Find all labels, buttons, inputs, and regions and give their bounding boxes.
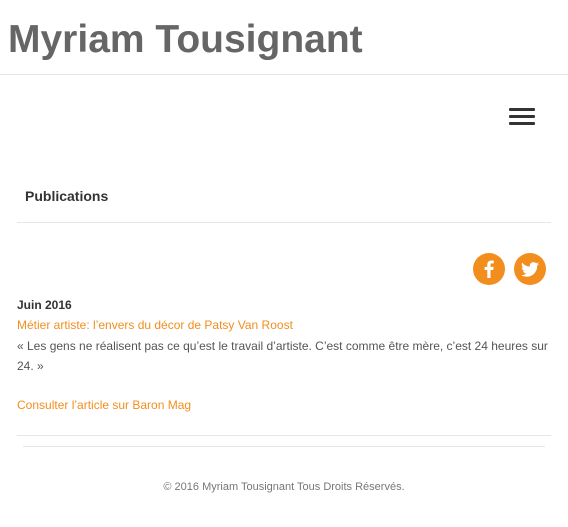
divider	[17, 435, 551, 436]
facebook-share-button[interactable]	[473, 253, 505, 285]
menu-bar	[509, 115, 535, 118]
page-title: Publications	[25, 188, 109, 204]
site-header: Myriam Tousignant	[0, 0, 568, 75]
article-title-link[interactable]: Métier artiste: l’envers du décor de Pat…	[17, 316, 293, 334]
hamburger-menu-icon[interactable]	[509, 108, 535, 128]
site-title-link[interactable]: Myriam Tousignant	[8, 16, 363, 64]
read-article-link[interactable]: Consulter l’article sur Baron Mag	[17, 396, 191, 414]
twitter-share-button[interactable]	[514, 253, 546, 285]
article-quote: « Les gens ne réalisent pas ce qu’est le…	[17, 339, 548, 373]
publication-date: Juin 2016	[17, 298, 72, 312]
menu-bar	[509, 122, 535, 125]
menu-bar	[509, 108, 535, 111]
twitter-icon	[521, 261, 539, 277]
divider	[23, 446, 545, 447]
divider	[17, 222, 551, 223]
footer-copyright: © 2016 Myriam Tousignant Tous Droits Rés…	[163, 481, 405, 493]
page: Myriam Tousignant Publications Juin 2016…	[0, 0, 568, 527]
facebook-icon	[484, 260, 494, 278]
